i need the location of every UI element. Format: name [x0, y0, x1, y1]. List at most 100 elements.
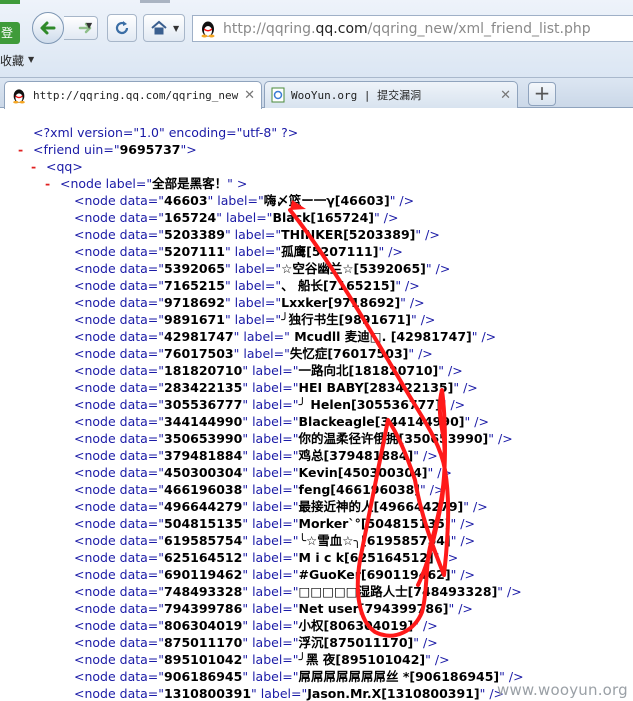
back-button[interactable] [32, 12, 64, 44]
node-data-value: 7165215 [164, 278, 225, 293]
tab-bar: http://qqring.qq.com/qqring_new... ✕ Woo… [0, 78, 633, 109]
node-data-value: 496644279 [164, 499, 243, 514]
top-edge-fragment [140, 0, 170, 3]
top-edge-fragment [0, 0, 20, 4]
url-domain: qq.com [315, 20, 368, 37]
browser-toolbar: 登录 ▼ ▼ http://qqring.qq.com/qqrin [0, 0, 633, 78]
xml-node-line: <node data="875011170" label="浮沉[8750111… [74, 635, 438, 650]
xml-node-line: <node data="5207111" label="孤鹰[5207111]"… [74, 244, 403, 259]
xml-node-line: <node data="748493328" label="□□□□□湿路人士[… [74, 584, 522, 599]
node-data-value: 690119462 [164, 567, 243, 582]
node-label-value: M i c k[625164512] [298, 550, 434, 565]
xml-node-line: <node data="496644279" label="最接近神的人[496… [74, 499, 488, 514]
xml-node-line: <node data="690119462" label="#GuoKer[69… [74, 567, 475, 582]
node-data-value: 9718692 [164, 295, 225, 310]
xml-node-line: <node data="283422135" label="HEI BABY[2… [74, 380, 478, 395]
node-label-value: 你的温柔径许俄拥[350653990] [298, 431, 489, 446]
page-icon [271, 87, 285, 103]
node-label-value: □□□□□湿路人士[748493328] [298, 584, 498, 599]
tab-qqring[interactable]: http://qqring.qq.com/qqring_new... ✕ [4, 81, 262, 109]
node-data-value: 906186945 [164, 669, 243, 684]
collapse-toggle[interactable]: - [31, 159, 36, 174]
collapse-toggle[interactable]: - [18, 142, 23, 157]
tab-wooyun[interactable]: WooYun.org | 提交漏洞 ✕ [264, 81, 518, 108]
qq-penguin-icon [201, 21, 215, 37]
node-label-value: Net user[794399786] [298, 601, 449, 616]
refresh-icon [115, 21, 129, 35]
xml-node-line: <node data="504815135" label="Morker`°[5… [74, 516, 475, 531]
node-label-value: Lxxker[9718692] [281, 295, 401, 310]
node-data-value: 5207111 [164, 244, 225, 259]
xml-node-line: <node data="9891671" label="╯独行书生[989167… [74, 312, 436, 327]
node-data-value: 875011170 [164, 635, 243, 650]
chevron-down-icon[interactable]: ▼ [86, 21, 92, 30]
node-label-value: feng[466196038] [298, 482, 420, 497]
home-button[interactable]: ▼ [143, 14, 185, 42]
xml-node-line: <node data="76017503" label="失忆症[7601750… [74, 346, 433, 361]
close-icon[interactable]: ✕ [500, 88, 511, 103]
node-label-value: ☆空谷幽兰☆[5392065] [281, 261, 426, 276]
node-label-value: Morker`°[504815135] [298, 516, 451, 531]
node-data-value: 794399786 [164, 601, 243, 616]
xml-node-line: <node data="895101042" label="╯黑 夜[89510… [74, 652, 450, 667]
node-data-value: 181820710 [164, 363, 243, 378]
xml-node-line: <node data="1310800391" label="Jason.Mr.… [74, 686, 505, 701]
node-label-value: Kevin[450300304] [298, 465, 428, 480]
xml-node-line: <node data="305536777" label="╯ Helen[30… [74, 397, 466, 412]
address-bar[interactable]: http://qqring.qq.com/qqring_new/xml_frie… [192, 15, 633, 42]
node-data-value: 748493328 [164, 584, 243, 599]
bookmarks-menu[interactable]: 收藏 [0, 52, 24, 69]
close-icon[interactable]: ✕ [244, 88, 255, 103]
url-suffix: /qqring_new/xml_friend_list.php [367, 20, 591, 37]
node-data-value: 466196038 [164, 482, 243, 497]
xml-node-line: <node data="181820710" label="一路向北[18182… [74, 363, 463, 378]
node-label-value: Mcudll 麦迪□. [42981747] [289, 329, 472, 344]
node-label-value: ╰☆雪血☆╮[619585754] [298, 533, 451, 548]
xml-node-line: <node data="450300304" label="Kevin[4503… [74, 465, 452, 480]
node-data-value: 5203389 [164, 227, 225, 242]
node-data-value: 283422135 [164, 380, 243, 395]
node-data-value: 450300304 [164, 465, 243, 480]
xml-node-line: <node data="5203389" label="THINKER[5203… [74, 227, 440, 242]
xml-node-line: <node data="7165215" label="、 船长[7165215… [74, 278, 420, 293]
new-tab-button[interactable]: + [528, 82, 556, 106]
node-label-value: ╯黑 夜[895101042] [298, 652, 426, 667]
node-label-value: 浮沉[875011170] [298, 635, 414, 650]
xml-node-line: <node data="165724" label="Black[165724]… [74, 210, 399, 225]
node-label-value: Blackeagle[344144990] [298, 414, 465, 429]
node-data-value: 806304019 [164, 618, 243, 633]
xml-node-line: <node data="619585754" label="╰☆雪血☆╮[619… [74, 533, 476, 548]
xml-node-line: <node data="350653990" label="你的温柔径许俄拥[3… [74, 431, 513, 446]
node-label-value: Jason.Mr.X[1310800391] [307, 686, 480, 701]
xml-node-line: <node data="5392065" label="☆空谷幽兰☆[53920… [74, 261, 451, 276]
node-data-value: 46603 [164, 193, 208, 208]
xml-declaration: <?xml version="1.0" encoding="utf-8" ?> [33, 125, 299, 140]
tab-label: WooYun.org | 提交漏洞 [291, 89, 422, 102]
tab-label: http://qqring.qq.com/qqring_new... [33, 89, 241, 102]
node-data-value: 165724 [164, 210, 217, 225]
collapse-toggle[interactable]: - [45, 176, 50, 191]
forward-button[interactable] [64, 16, 98, 40]
qq-open-tag: <qq> [46, 159, 83, 174]
node-label-value: 屌屌屌屌屌屌屌丝 *[906186945] [298, 669, 500, 684]
xml-node-line: <node data="625164512" label="M i c k[62… [74, 550, 459, 565]
xml-node-line: <node data="906186945" label="屌屌屌屌屌屌屌丝 *… [74, 669, 524, 684]
xml-node-line: <node data="466196038" label="feng[46619… [74, 482, 445, 497]
node-label-value: HEI BABY[283422135] [298, 380, 454, 395]
refresh-button[interactable] [107, 14, 137, 42]
node-data-value: 350653990 [164, 431, 243, 446]
xml-viewer: <?xml version="1.0" encoding="utf-8" ?> … [0, 109, 633, 701]
xml-node-line: <node data="344144990" label="Blackeagle… [74, 414, 489, 429]
chevron-down-icon[interactable]: ▼ [173, 24, 179, 33]
group-label: 全部是黑客！ [152, 176, 228, 191]
chevron-down-icon[interactable]: ▼ [28, 55, 34, 64]
url-text: http://qqring.qq.com/qqring_new/xml_frie… [223, 21, 591, 37]
node-data-value: 619585754 [164, 533, 243, 548]
qq-penguin-icon [13, 88, 25, 104]
node-label-value: THINKER[5203389] [281, 227, 416, 242]
url-prefix: http://qqring. [223, 20, 316, 37]
node-data-value: 42981747 [164, 329, 234, 344]
node-label-value: 鸡总[379481884] [298, 448, 414, 463]
friend-open-tag: <friend uin="9695737"> [33, 142, 197, 157]
login-button[interactable]: 登录 [0, 22, 20, 44]
